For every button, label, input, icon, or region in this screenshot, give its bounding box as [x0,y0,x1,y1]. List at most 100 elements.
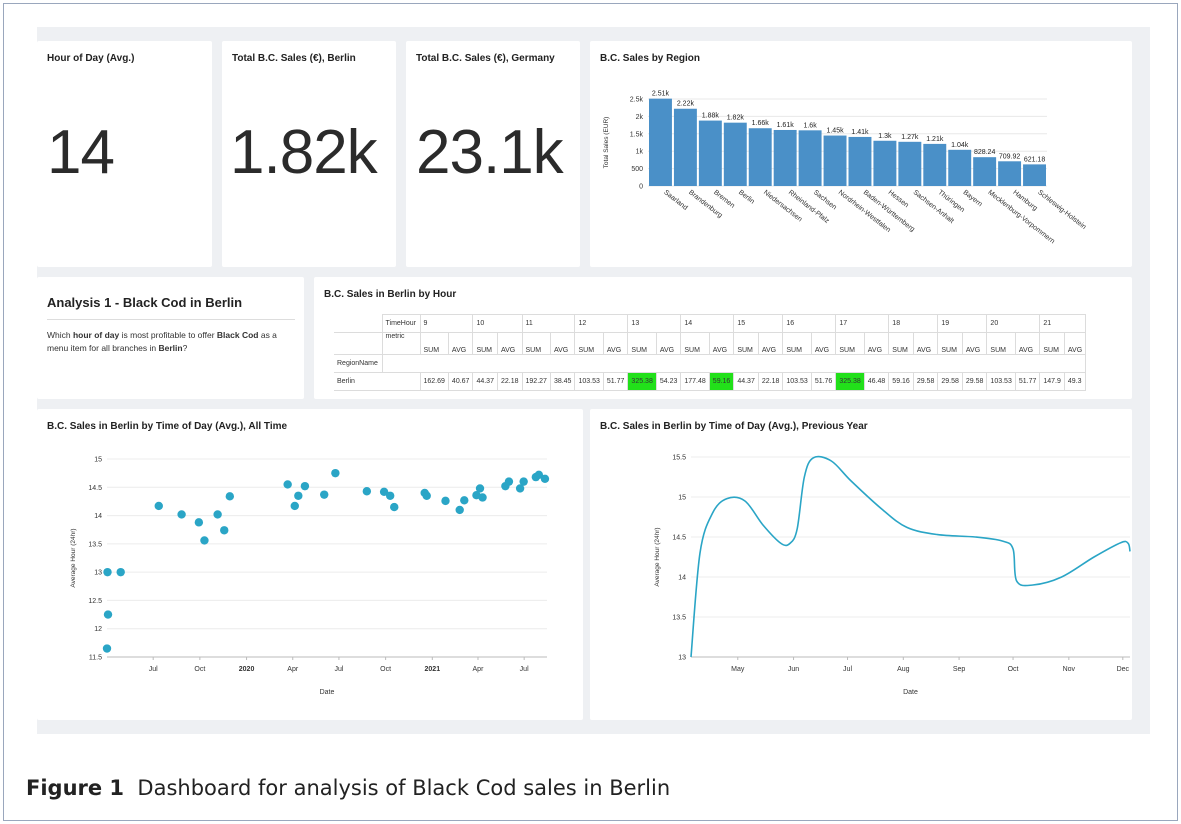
pivot-value-cell: 49.3 [1063,372,1087,391]
pivot-metric-cell: AVG [655,332,682,355]
pivot-metric-cell: AVG [447,332,474,355]
bar-data-label: 709.92 [999,153,1021,160]
x-tick-label: Bremen [712,189,736,210]
y-tick-label: 12 [94,626,102,633]
divider [47,319,295,320]
x-tick-label: Schleswig-Holstein [1036,189,1087,231]
pivot-hour-cell: 19 [937,314,988,333]
bar [673,108,697,186]
x-axis-label: Date [903,689,918,696]
x-tick-label: Dec [1117,666,1130,673]
x-tick-label: Sep [953,666,966,673]
kpi-value: 23.1k [416,118,564,187]
pivot-metric-cell: AVG [549,332,576,355]
kpi-title: Total B.C. Sales (€), Berlin [232,53,356,64]
scatter-point [213,510,222,519]
x-tick-label: Jul [334,666,343,673]
pivot-hour-cell: 21 [1039,314,1087,333]
pivot-table: TimeHour 9 10 11 12 13 14 15 16 17 18 19 20 21 metric S… [334,314,1087,391]
pivot-metric-cell: AVG [810,332,837,355]
pivot-metric-cell: SUM [419,332,449,355]
kpi-panel-sales-germany[interactable]: Total B.C. Sales (€), Germany 23.1k [406,41,580,267]
pivot-value-cell: 147.9 [1039,372,1065,391]
bar-chart-panel[interactable]: B.C. Sales by Region 0 500 1k 1.5k 2k 2.5k Tot… [590,41,1132,267]
pivot-hour-cell: 11 [521,314,576,333]
bar [798,130,822,186]
scatter-chart-panel[interactable]: B.C. Sales in Berlin by Time of Day (Avg… [37,409,583,720]
bar [748,128,772,186]
bar-data-label: 1.21k [926,136,944,143]
y-tick-label: 14.5 [88,485,102,492]
y-axis-label: Average Hour (24hr) [70,528,77,587]
scatter-point [331,468,340,478]
x-tick-label: Apr [287,666,299,673]
x-tick-label: May [731,666,745,673]
bar [823,135,847,186]
pivot-hour-cell: 9 [419,314,474,333]
pivot-hour-header: TimeHour [381,314,421,333]
bar-data-label: 1.6k [803,122,817,129]
scatter-point [294,491,303,500]
pivot-value-cell: 103.53 [782,372,812,391]
pivot-value-cell: 162.69 [419,372,449,391]
pivot-metric-cell: SUM [782,332,812,355]
scatter-point [390,502,399,512]
x-tick-label: Oct [380,666,391,673]
x-tick-label: Aug [897,666,910,673]
pivot-metric-cell: SUM [835,332,865,355]
bar [998,161,1022,186]
pivot-metric-cell: SUM [680,332,710,355]
kpi-panel-hour[interactable]: Hour of Day (Avg.) 14 [37,41,212,267]
bar [649,98,672,186]
x-tick-label: Berlin [737,189,755,206]
pivot-hour-cell: 17 [835,314,890,333]
pivot-hour-cell: 10 [472,314,523,333]
bar [698,120,722,186]
pivot-hour-cell: 20 [986,314,1041,333]
scatter-point [441,496,450,506]
bar-data-label: 621.18 [1024,156,1046,163]
pivot-value-cell: 44.37 [733,372,759,391]
x-tick-label: 2021 [425,666,441,673]
pivot-hour-cell: 13 [627,314,682,333]
pivot-value-cell: 103.53 [574,372,604,391]
y-tick-label: 13 [94,570,102,577]
kpi-panel-sales-berlin[interactable]: Total B.C. Sales (€), Berlin 1.82k [222,41,396,267]
pivot-metric-cell: AVG [757,332,784,355]
pivot-hour-cell: 18 [888,314,939,333]
bar-data-label: 1.3k [878,133,892,140]
bar [773,129,797,186]
pivot-table-panel[interactable]: B.C. Sales in Berlin by Hour TimeHour 9 10… [314,277,1132,399]
line-chart-panel[interactable]: B.C. Sales in Berlin by Time of Day (Avg… [590,409,1132,720]
pivot-metric-cell: AVG [708,332,735,355]
y-tick-label: 15 [678,495,686,502]
scatter-point [540,474,550,483]
bar [848,136,872,186]
pivot-hour-cell: 15 [733,314,784,333]
x-tick-label: Oct [1008,666,1019,673]
pivot-value-cell: 51.76 [810,372,837,391]
y-tick-label: 13.5 [88,541,102,548]
pivot-metric-cell: SUM [521,332,551,355]
figure-frame: Hour of Day (Avg.) 14 Total B.C. Sales (… [3,3,1178,821]
scatter-point [475,484,485,493]
scatter-point [320,490,329,499]
x-axis-label: Date [320,689,335,696]
bar [898,141,922,186]
pivot-metric-cell: SUM [937,332,963,355]
pivot-data-row: Berlin 162.69 40.67 44.37 22.18 192.27 38.45 10… [334,372,1087,391]
pivot-value-cell: 44.37 [472,372,498,391]
y-tick-label: 13.5 [672,615,686,622]
pivot-value-cell: 29.58 [937,372,963,391]
x-tick-label: 2020 [239,666,255,673]
scatter-point [225,492,235,501]
bar-data-label: 2.22k [677,101,695,108]
pivot-hour-cell: 12 [574,314,629,333]
y-axis-label: Total Sales (EUR) [603,117,610,169]
pivot-value-cell: 59.16 [708,372,735,391]
figure-caption: Figure 1 Dashboard for analysis of Black… [26,776,670,800]
markdown-panel[interactable]: Analysis 1 - Black Cod in Berlin Which h… [37,277,304,399]
scatter-point [504,477,514,486]
analysis-title: Analysis 1 - Black Cod in Berlin [47,295,243,310]
pivot-value-cell: 38.45 [549,372,576,391]
